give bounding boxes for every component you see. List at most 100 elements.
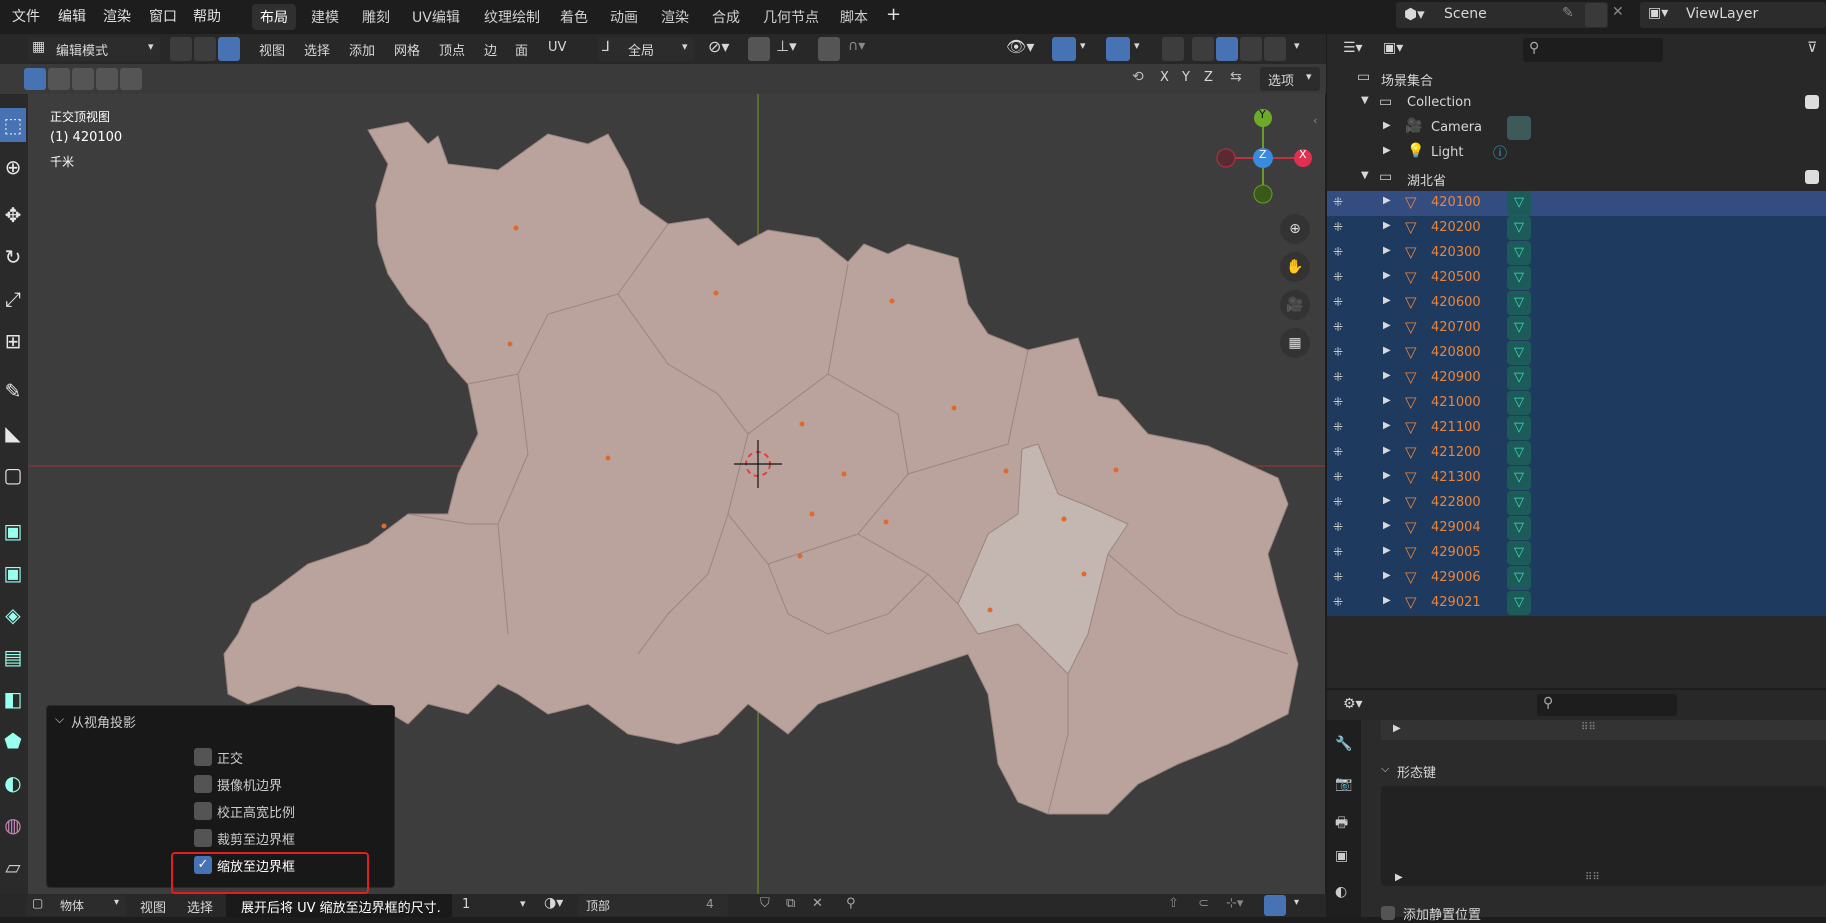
xray-toggle-icon[interactable] [1162, 37, 1184, 61]
bevel-tool-icon[interactable]: ◈ [0, 598, 26, 632]
outliner-row-object[interactable]: ⁜ ▶ ▽ 429006 ▽ [1327, 566, 1826, 591]
outliner-row-light[interactable]: ▶ 💡 Light ⓘ [1327, 141, 1826, 166]
select-mode-icon[interactable]: ⁜ [1333, 295, 1343, 309]
close-icon[interactable]: ✕ [812, 896, 823, 911]
up-arrow-icon[interactable]: ⇧ [1168, 896, 1179, 911]
editor-type-icon[interactable]: ⚙▾ [1343, 696, 1363, 712]
wireframe-shading-icon[interactable] [1192, 37, 1214, 61]
menu-mesh[interactable]: 网格 [394, 40, 420, 59]
expand-arrow-icon[interactable]: ▶ [1383, 345, 1391, 356]
outliner-row-collection[interactable]: ▼ ▭ Collection [1327, 91, 1826, 116]
output-tab-icon[interactable]: 🖶 [1335, 812, 1348, 836]
pivot-icon[interactable]: ⊘▾ [708, 37, 729, 56]
status-select-menu[interactable]: 选择 [187, 897, 213, 916]
shield-icon[interactable]: ⛉ [760, 896, 770, 911]
expand-arrow-icon[interactable]: ▶ [1383, 320, 1391, 331]
tool-tab-icon[interactable]: 🔧 [1335, 736, 1352, 752]
chevron-down-icon[interactable]: ▾ [1134, 39, 1140, 52]
snap-icon[interactable] [748, 37, 770, 61]
rotate-tool-icon[interactable]: ↻ [0, 240, 26, 274]
face-select-button[interactable] [218, 37, 240, 61]
expand-arrow-icon[interactable]: ▶ [1395, 872, 1403, 883]
view-layer-tab-icon[interactable]: ▣ [1335, 848, 1348, 864]
mode-selector[interactable]: ▦ 编辑模式 ▾ [28, 37, 160, 61]
menu-view[interactable]: 视图 [259, 40, 285, 59]
mesh-data-icon[interactable]: ▽ [1507, 516, 1531, 540]
outliner-row-camera[interactable]: ▶ 🎥 Camera [1327, 116, 1826, 141]
extrude-tool-icon[interactable]: ▣ [0, 514, 26, 548]
menu-edit[interactable]: 编辑 [58, 6, 86, 26]
mesh-data-icon[interactable]: ▽ [1507, 266, 1531, 290]
expand-arrow-icon[interactable]: ▼ [1361, 170, 1369, 181]
menu-help[interactable]: 帮助 [193, 6, 221, 26]
proportional-icon[interactable] [1264, 895, 1286, 916]
outliner-row-object[interactable]: ⁜ ▶ ▽ 429005 ▽ [1327, 541, 1826, 566]
material-shading-icon[interactable] [1240, 37, 1262, 61]
mirror-x-button[interactable]: X [1160, 70, 1169, 85]
menu-face[interactable]: 面 [515, 40, 528, 59]
mesh-data-icon[interactable]: ▽ [1507, 491, 1531, 515]
select-intersect-mode-icon[interactable] [120, 68, 142, 90]
mesh-data-icon[interactable]: ▽ [1507, 466, 1531, 490]
pin-icon[interactable]: ✎ [1562, 5, 1574, 21]
select-extend-mode-icon[interactable] [48, 68, 70, 90]
chevron-down-icon[interactable]: ▾ [1294, 39, 1300, 52]
overlay-toggle-icon[interactable] [1106, 37, 1130, 61]
transform-orientation[interactable]: ⅃ 全局 ▾ [598, 37, 694, 61]
tab-modeling[interactable]: 建模 [303, 4, 347, 30]
mesh-data-icon[interactable]: ▽ [1507, 291, 1531, 315]
drag-handle-icon[interactable]: ⠿⠿ [1581, 722, 1596, 733]
tab-scripting[interactable]: 脚本 [832, 4, 876, 30]
spin-tool-icon[interactable]: ◐ [0, 766, 26, 800]
outliner-row-object[interactable]: ⁜ ▶ ▽ 420500 ▽ [1327, 266, 1826, 291]
panel-title[interactable]: 从视角投影 [71, 712, 136, 731]
chevron-down-icon[interactable]: ⌵ [1381, 762, 1389, 776]
select-box-mode-icon[interactable] [24, 68, 46, 90]
select-subtract-mode-icon[interactable] [72, 68, 94, 90]
expand-arrow-icon[interactable]: ▶ [1383, 295, 1391, 306]
smooth-tool-icon[interactable]: ◍ [0, 808, 26, 842]
menu-select[interactable]: 选择 [304, 40, 330, 59]
select-mode-icon[interactable]: ⁜ [1333, 470, 1343, 484]
face-direction-field[interactable]: 顶部 4 [578, 895, 728, 916]
transform-icon[interactable]: ⊹▾ [1226, 896, 1243, 911]
move-tool-icon[interactable]: ✥ [0, 198, 26, 232]
camera-data-icon[interactable] [1507, 116, 1531, 140]
mesh-data-icon[interactable]: ▽ [1507, 391, 1531, 415]
expand-arrow-icon[interactable]: ▶ [1383, 520, 1391, 531]
orthographic-checkbox[interactable] [194, 748, 212, 766]
mesh-data-icon[interactable]: ▽ [1507, 241, 1531, 265]
outliner-row-object[interactable]: ⁜ ▶ ▽ 422800 ▽ [1327, 491, 1826, 516]
tab-uv-editing[interactable]: UV编辑 [404, 4, 468, 30]
visibility-icon[interactable]: 👁▾ [1006, 37, 1034, 56]
pin-icon[interactable]: ⚲ [846, 896, 856, 911]
outliner-row-hubei[interactable]: ▼ ▭ 湖北省 [1327, 166, 1826, 191]
drag-handle-icon[interactable]: ⠿⠿ [1585, 872, 1600, 883]
inset-tool-icon[interactable]: ▣ [0, 556, 26, 590]
select-mode-icon[interactable]: ⁜ [1333, 270, 1343, 284]
outliner-row-object[interactable]: ⁜ ▶ ▽ 421300 ▽ [1327, 466, 1826, 491]
shape-keys-list[interactable] [1381, 786, 1826, 886]
properties-search-input[interactable]: ⚲ [1537, 694, 1677, 716]
camera-view-icon[interactable]: 🎥 [1280, 290, 1310, 320]
face-orientation-icon[interactable]: ◑▾ [544, 895, 563, 911]
select-mode-icon[interactable]: ⁜ [1333, 420, 1343, 434]
expand-arrow-icon[interactable]: ▶ [1383, 595, 1391, 606]
outliner-row-object[interactable]: ⁜ ▶ ▽ 420800 ▽ [1327, 341, 1826, 366]
menu-render[interactable]: 渲染 [103, 6, 131, 26]
outliner-row-object[interactable]: ⁜ ▶ ▽ 429004 ▽ [1327, 516, 1826, 541]
select-mode-icon[interactable]: ⁜ [1333, 520, 1343, 534]
select-mode-icon[interactable]: ⁜ [1333, 220, 1343, 234]
collapsed-panel[interactable]: ▶ ⠿⠿ [1381, 720, 1826, 740]
perspective-toggle-icon[interactable]: ▦ [1280, 328, 1310, 358]
chevron-down-icon[interactable]: ▾ [520, 897, 526, 910]
mirror-icon[interactable]: ⟲ [1132, 69, 1144, 85]
tab-compositing[interactable]: 合成 [704, 4, 748, 30]
tab-animation[interactable]: 动画 [602, 4, 646, 30]
tab-sculpting[interactable]: 雕刻 [354, 4, 398, 30]
expand-arrow-icon[interactable]: ▶ [1383, 570, 1391, 581]
tab-shading[interactable]: 着色 [552, 4, 596, 30]
editor-type-icon[interactable]: ☰▾ [1343, 40, 1363, 56]
knife-tool-icon[interactable]: ◧ [0, 682, 26, 716]
camera-bounds-checkbox[interactable] [194, 775, 212, 793]
